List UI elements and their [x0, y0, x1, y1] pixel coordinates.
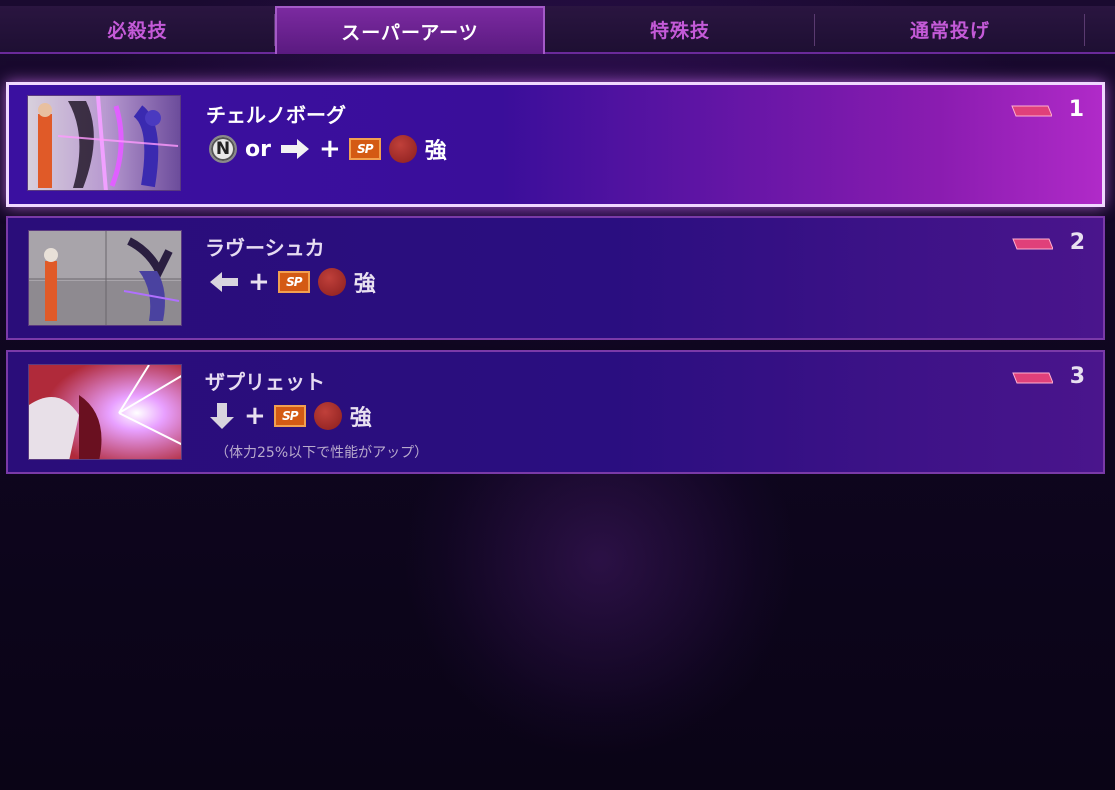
move-thumbnail-3: [28, 364, 182, 460]
sa-gauge-icon: [1011, 105, 1052, 117]
sa-level: 2: [1069, 230, 1085, 255]
move-command: N or + SP 強: [209, 133, 447, 165]
sa-level: 1: [1068, 97, 1084, 122]
move-name: ザプリェット: [205, 370, 325, 394]
move-name: ラヴーシュカ: [205, 236, 325, 260]
move-card-1[interactable]: チェルノボーグ N or + SP 強 1: [6, 82, 1105, 207]
tab-label: 特殊技: [649, 19, 710, 42]
plus-sign: +: [248, 267, 270, 297]
tab-label: 通常投げ: [909, 19, 990, 42]
move-command: + SP 強: [208, 400, 372, 432]
move-thumbnail-1: [27, 95, 181, 191]
sp-icon: SP: [348, 138, 381, 160]
sa-level: 3: [1069, 364, 1085, 389]
punch-button-icon: [388, 135, 417, 163]
tab-overflow: [1085, 6, 1115, 52]
sp-icon: SP: [273, 405, 306, 427]
move-thumbnail-2: [28, 230, 182, 326]
strength-label: 強: [424, 139, 447, 164]
arrow-down-icon: [210, 403, 234, 429]
move-card-3[interactable]: ザプリェット + SP 強 （体力25%以下で性能がアップ） 3: [6, 350, 1105, 474]
strength-label: 強: [353, 272, 376, 297]
tab-special-moves[interactable]: 必殺技: [0, 6, 275, 52]
tab-label: スーパーアーツ: [341, 21, 479, 44]
neutral-icon: N: [209, 135, 237, 163]
sa-gauge-icon: [1012, 372, 1053, 384]
arrow-left-icon: [210, 272, 238, 292]
tab-label: 必殺技: [107, 19, 168, 42]
plus-sign: +: [318, 134, 341, 164]
plus-sign: +: [244, 401, 266, 431]
or-label: or: [245, 136, 271, 162]
tab-normal-throws[interactable]: 通常投げ: [815, 6, 1085, 52]
category-tab-bar: 必殺技 スーパーアーツ 特殊技 通常投げ: [0, 6, 1115, 54]
move-name: チェルノボーグ: [206, 103, 346, 127]
tab-unique-attacks[interactable]: 特殊技: [545, 6, 815, 52]
sa-gauge-icon: [1012, 238, 1053, 250]
punch-button-icon: [313, 402, 342, 430]
tab-super-arts[interactable]: スーパーアーツ: [275, 6, 545, 54]
arrow-right-icon: [280, 139, 309, 159]
move-command: + SP 強: [208, 266, 376, 298]
punch-button-icon: [317, 268, 346, 296]
move-card-2[interactable]: ラヴーシュカ + SP 強 2: [6, 216, 1105, 340]
sp-icon: SP: [277, 271, 310, 293]
strength-label: 強: [349, 406, 372, 431]
move-note: （体力25%以下で性能がアップ）: [215, 445, 429, 461]
command-list-screen: 必殺技 スーパーアーツ 特殊技 通常投げ チェルノボーグ N or + SP 強…: [0, 0, 1115, 790]
